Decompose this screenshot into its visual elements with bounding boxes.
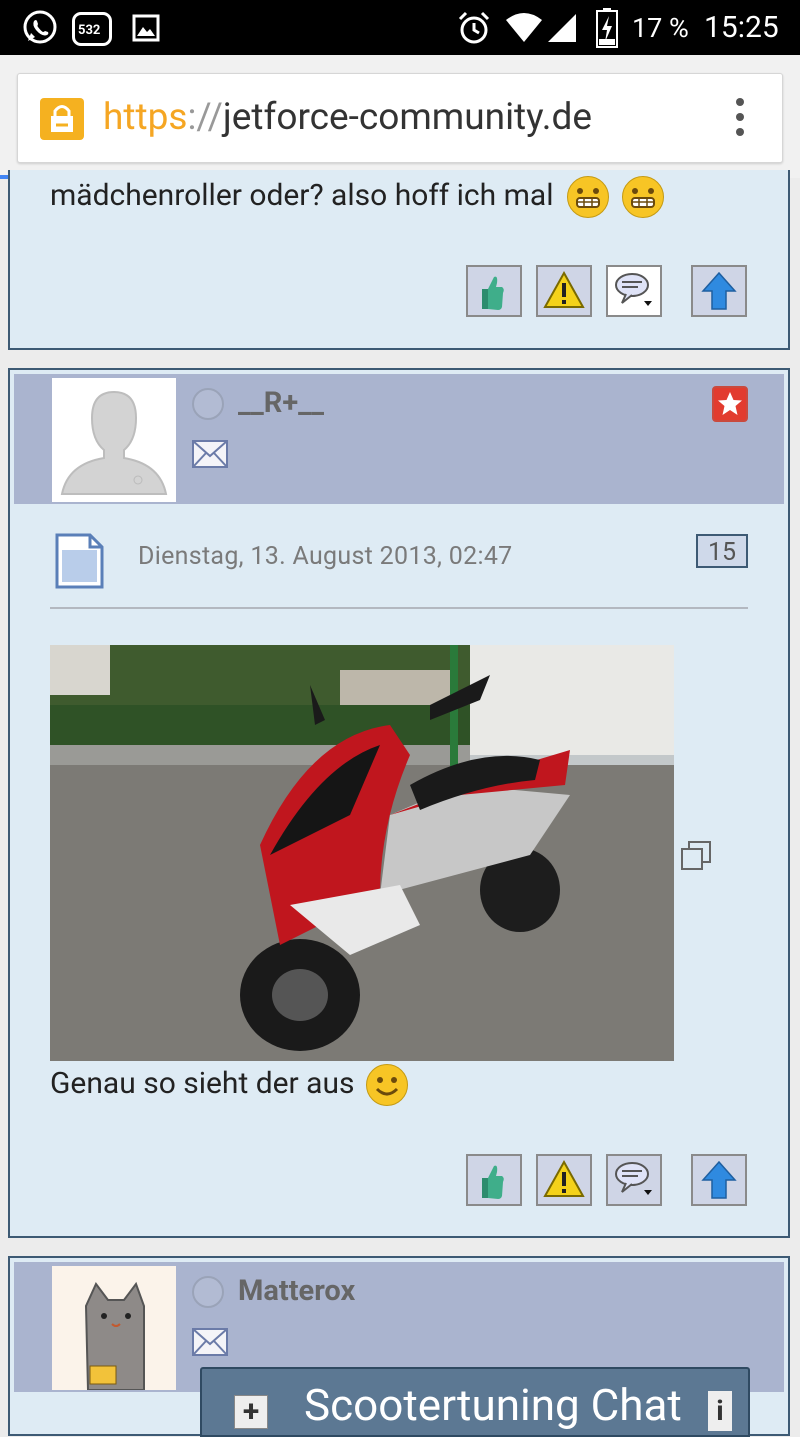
- clock: 15:25: [704, 10, 779, 45]
- browser-toolbar: https://jetforce-community.de: [0, 55, 800, 179]
- battery-charging-icon: [596, 8, 618, 48]
- smile-emoji-icon: [365, 1064, 408, 1106]
- report-button[interactable]: [536, 265, 592, 317]
- scroll-top-button[interactable]: [691, 1154, 747, 1206]
- post-header: __R+__: [14, 374, 784, 504]
- enlarge-image-icon[interactable]: [680, 840, 712, 872]
- warning-icon: [543, 270, 585, 308]
- wifi-icon: [506, 13, 542, 42]
- arrow-up-icon: [701, 1160, 737, 1199]
- lock-icon[interactable]: [40, 98, 84, 140]
- expand-chat-icon[interactable]: +: [234, 1395, 268, 1429]
- avatar[interactable]: [52, 1266, 176, 1391]
- default-avatar-icon: [52, 378, 176, 502]
- thumbs-up-icon: [482, 1165, 504, 1199]
- username[interactable]: __R+__: [238, 386, 324, 420]
- cat-avatar-icon: [52, 1266, 176, 1391]
- notification-badge-count: 532: [78, 23, 101, 38]
- post: __R+__ Dienstag, 13. August 2013, 02:47 …: [8, 368, 790, 1238]
- bookmark-star-icon[interactable]: [712, 386, 748, 422]
- mail-icon[interactable]: [192, 440, 228, 468]
- whatsapp-icon: [23, 10, 57, 44]
- offline-status-icon: [192, 1276, 224, 1308]
- offline-status-icon: [192, 388, 224, 420]
- image-icon: [132, 14, 160, 42]
- chat-bar[interactable]: + Scootertuning Chat i: [200, 1367, 750, 1437]
- post-text: mädchenroller oder? also hoff ich mal: [50, 176, 665, 218]
- overflow-menu-icon[interactable]: [736, 98, 746, 142]
- battery-percent: 17 %: [632, 12, 689, 44]
- post-date: Dienstag, 13. August 2013, 02:47: [138, 542, 513, 571]
- post-body: mädchenroller oder? also hoff ich mal: [50, 177, 554, 213]
- scroll-top-button[interactable]: [691, 265, 747, 317]
- thumbs-up-button[interactable]: [466, 1154, 522, 1206]
- url-separator: ://: [187, 96, 223, 139]
- post-text: Genau so sieht der aus: [50, 1064, 408, 1106]
- chat-title[interactable]: Scootertuning Chat: [304, 1379, 682, 1431]
- arrow-up-icon: [701, 271, 737, 310]
- quote-bubble-icon: [615, 1162, 652, 1195]
- url-host: jetforce-community.de: [222, 96, 592, 139]
- grin-emoji-icon: [622, 176, 665, 218]
- post-number[interactable]: 15: [696, 534, 748, 568]
- report-button[interactable]: [536, 1154, 592, 1206]
- warning-icon: [543, 1159, 585, 1197]
- mail-icon[interactable]: [192, 1328, 228, 1356]
- thumbs-up-icon: [482, 276, 504, 310]
- signal-icon: [548, 14, 576, 42]
- post-document-icon: [55, 533, 104, 589]
- quote-button[interactable]: [606, 1154, 662, 1206]
- grin-emoji-icon: [566, 176, 609, 218]
- thumbs-up-button[interactable]: [466, 265, 522, 317]
- url-scheme: https: [103, 96, 188, 139]
- username[interactable]: Matterox: [238, 1274, 355, 1308]
- scooter-photo[interactable]: [50, 645, 674, 1061]
- quote-bubble-icon: [615, 273, 652, 306]
- divider: [50, 607, 748, 609]
- status-bar: 532 17 % 15:25: [0, 0, 800, 55]
- quote-button[interactable]: [606, 265, 662, 317]
- post: mädchenroller oder? also hoff ich mal: [8, 170, 790, 350]
- avatar[interactable]: [52, 378, 176, 502]
- post-body: Genau so sieht der aus: [50, 1065, 355, 1101]
- url-text[interactable]: https://jetforce-community.de: [103, 96, 592, 139]
- info-icon[interactable]: i: [708, 1391, 732, 1431]
- alarm-icon: [458, 11, 490, 44]
- address-bar[interactable]: https://jetforce-community.de: [17, 73, 783, 163]
